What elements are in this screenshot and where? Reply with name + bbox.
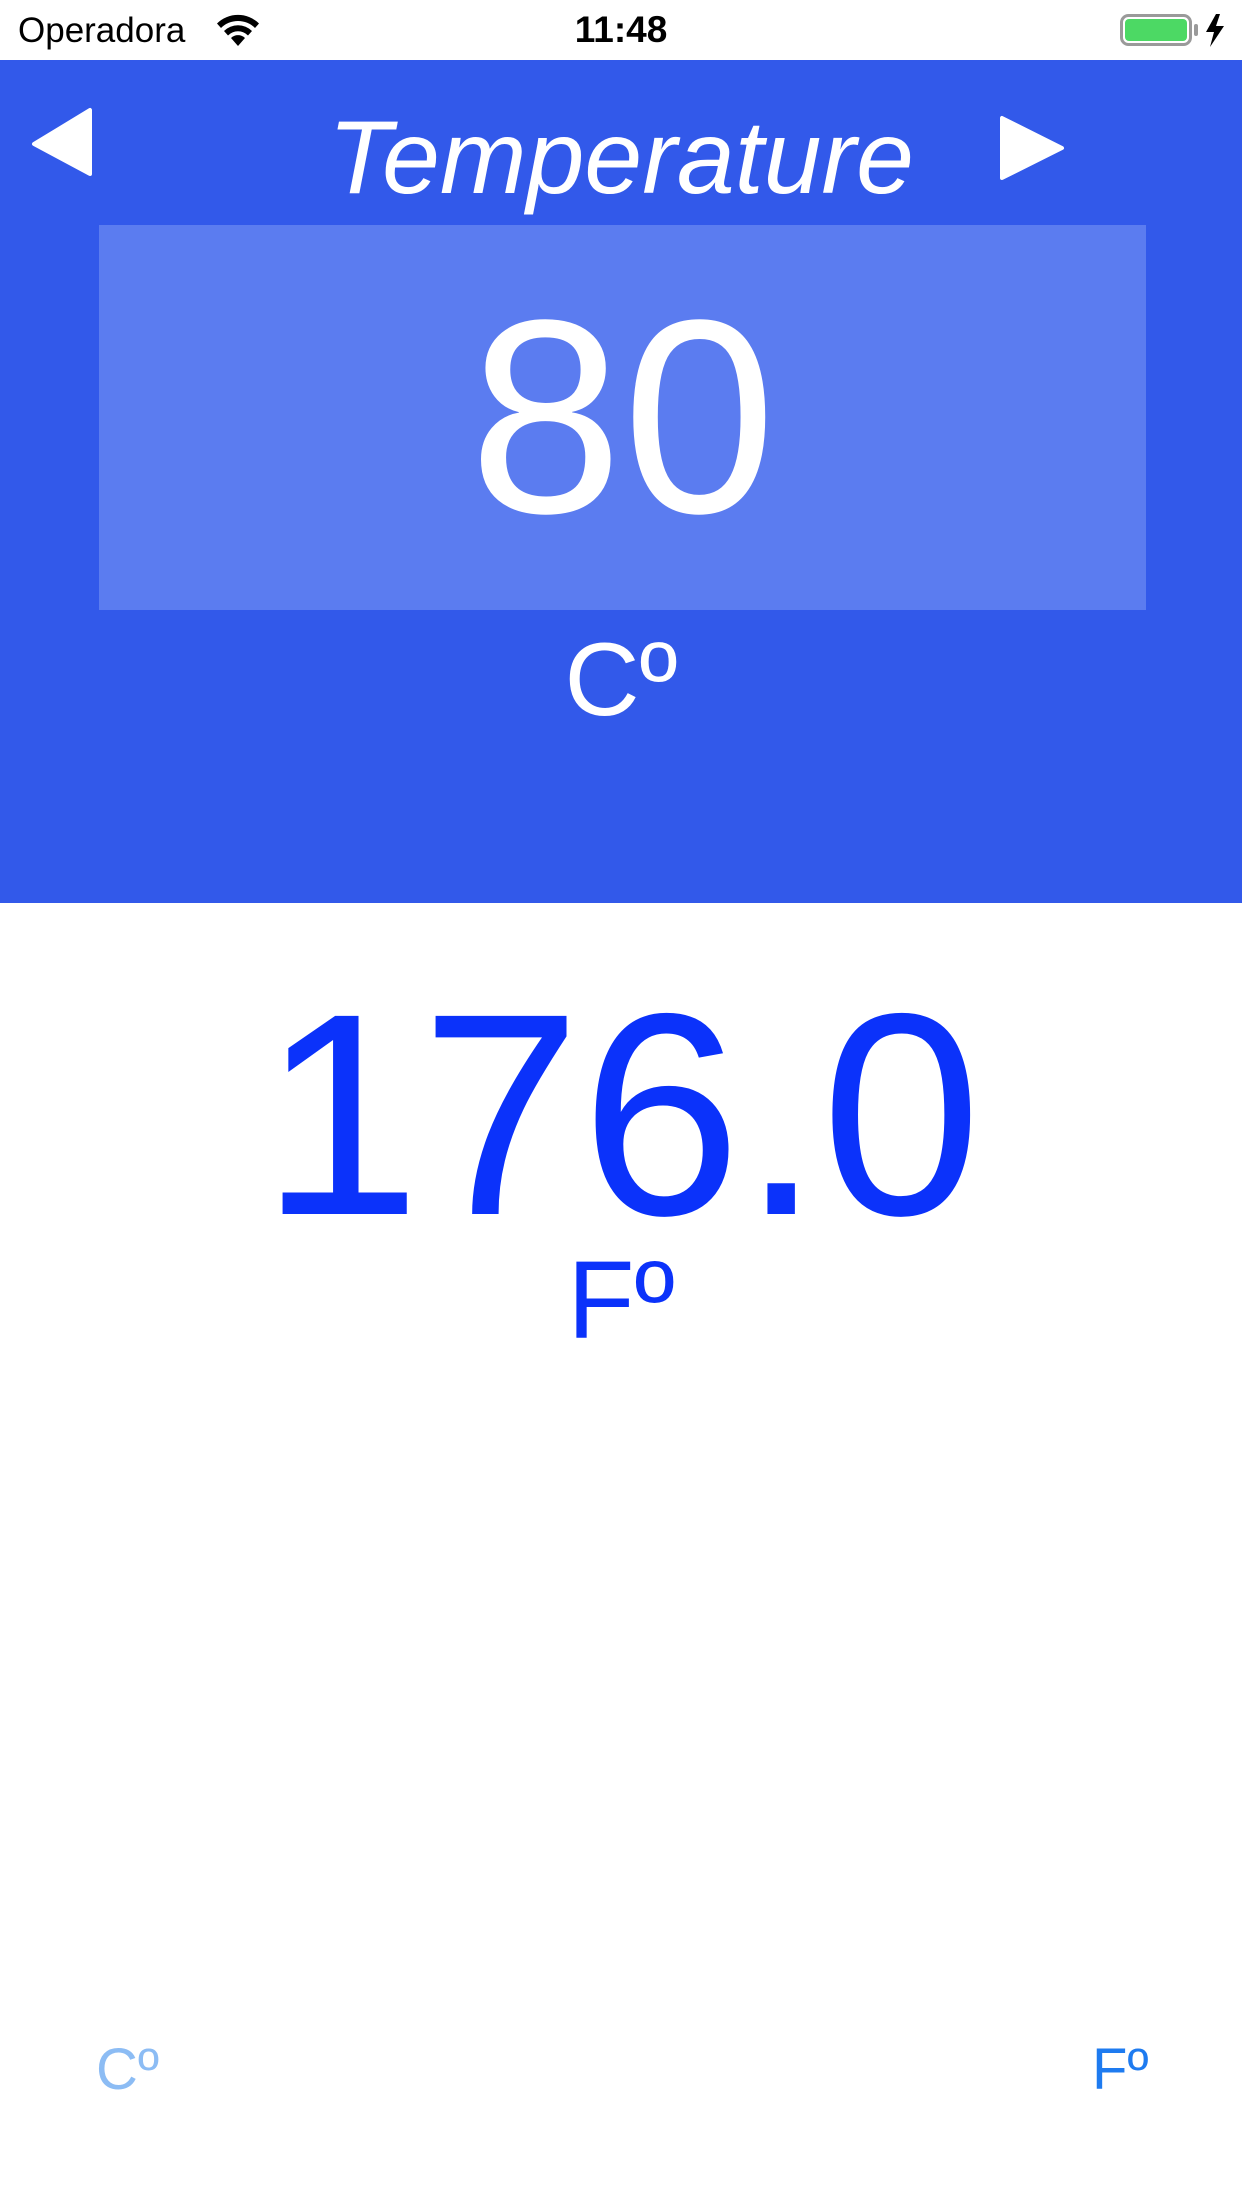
triangle-right-icon[interactable] [996, 112, 1068, 190]
header-panel: Temperature Cº [0, 60, 1242, 903]
celsius-toggle-button[interactable]: Cº [96, 2035, 159, 2105]
converter-screen: Operadora 11:48 Temperature Cº 176.0 Fº … [0, 0, 1242, 2208]
battery-charging-icon [1120, 14, 1224, 47]
temperature-input[interactable] [99, 225, 1146, 610]
converted-value: 176.0 [260, 954, 982, 1276]
fahrenheit-toggle-button[interactable]: Fº [1092, 2035, 1149, 2105]
status-time: 11:48 [574, 9, 668, 50]
result-unit-label: Fº [567, 1239, 675, 1362]
input-unit-label: Cº [564, 622, 678, 738]
status-bar: Operadora 11:48 [0, 0, 1242, 60]
